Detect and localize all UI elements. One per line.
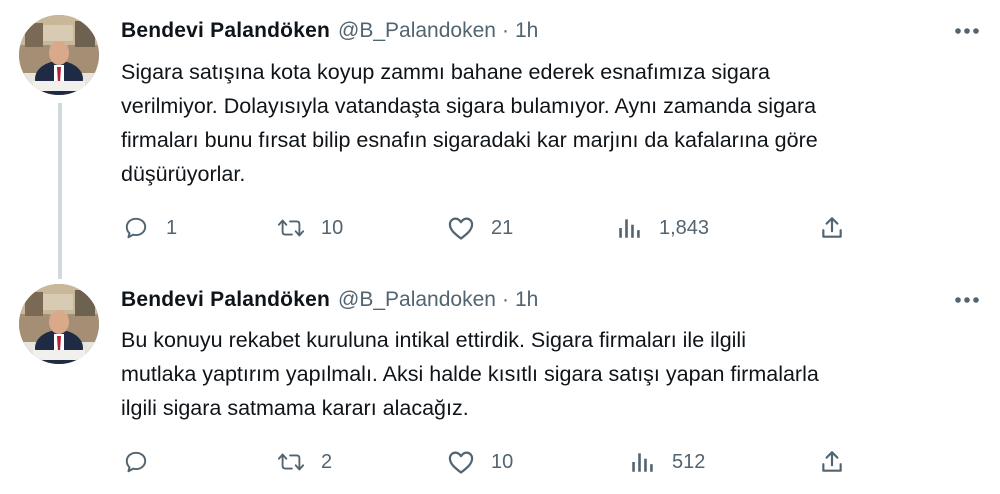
tweet-timestamp[interactable]: 1h	[515, 288, 538, 312]
views-count: 512	[672, 450, 706, 473]
reply-icon	[122, 448, 150, 476]
retweet-count: 2	[321, 450, 333, 473]
more-options-icon	[955, 297, 979, 303]
tweet-2[interactable]: Bendevi Palandöken @B_Palandoken · 1h Bu…	[0, 0, 1000, 494]
like-count: 10	[491, 450, 514, 473]
author-name[interactable]: Bendevi Palandöken	[121, 288, 330, 312]
tweet-text: Bu konuyu rekabet kuruluna intikal ettir…	[121, 328, 819, 420]
views-button[interactable]: 512	[628, 447, 705, 477]
like-button[interactable]: 10	[447, 447, 513, 477]
author-handle[interactable]: @B_Palandoken	[338, 288, 496, 312]
views-chart-icon	[628, 448, 656, 476]
heart-icon	[447, 448, 475, 476]
share-button[interactable]	[818, 447, 846, 477]
more-options-button[interactable]	[950, 283, 984, 317]
header-separator: ·	[501, 288, 509, 311]
tweet-header: Bendevi Palandöken @B_Palandoken · 1h	[121, 285, 538, 315]
retweet-button[interactable]: 2	[277, 447, 332, 477]
retweet-icon	[277, 448, 305, 476]
reply-button[interactable]	[122, 447, 166, 477]
share-icon	[818, 448, 846, 476]
author-avatar[interactable]	[19, 284, 99, 364]
